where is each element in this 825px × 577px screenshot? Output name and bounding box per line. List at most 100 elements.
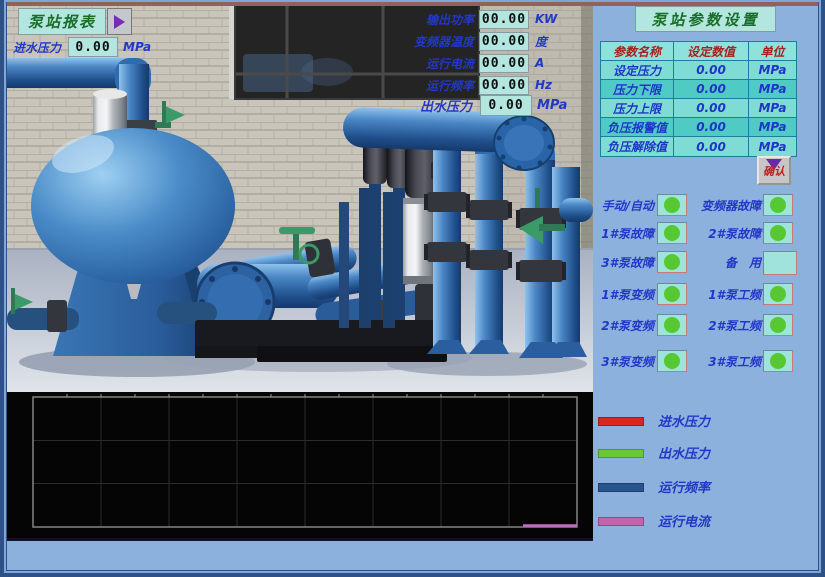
settings-row: 设定压力 0.00 MPa bbox=[601, 61, 796, 80]
status-indicator-lamp bbox=[664, 317, 680, 333]
status-indicator-lamp bbox=[770, 286, 786, 302]
readout-row: 变频器温度 00.00 度 bbox=[408, 30, 565, 52]
settings-row-name: 负压解除值 bbox=[601, 137, 674, 156]
readout-row: 运行电流 00.00 A bbox=[408, 52, 565, 74]
pump-station-hmi: 泵站报表 进水压力 0.00 MPa 输出功率 00.00 KW 变频器温度 0… bbox=[0, 0, 825, 577]
report-arrow-button[interactable] bbox=[107, 8, 132, 35]
settings-row-unit: MPa bbox=[749, 80, 796, 99]
settings-header-value: 设定数值 bbox=[674, 42, 749, 61]
settings-row-value[interactable]: 0.00 bbox=[674, 118, 749, 137]
status-indicator-box bbox=[763, 194, 793, 216]
status-label: 备 用 bbox=[689, 254, 761, 271]
legend-label: 出水压力 bbox=[658, 443, 710, 462]
readout-unit: Hz bbox=[535, 78, 565, 92]
status-label: 1#泵变频 bbox=[593, 286, 654, 303]
status-indicator-lamp bbox=[770, 225, 786, 241]
settings-table: 参数名称 设定数值 单位 设定压力 0.00 MPa 压力下限 0.00 MPa… bbox=[600, 41, 797, 157]
status-label: 1#泵故障 bbox=[593, 225, 654, 242]
status-label: 3#泵故障 bbox=[593, 254, 654, 271]
confirm-button-label: 确认 bbox=[763, 166, 785, 177]
status-indicator-lamp bbox=[770, 353, 786, 369]
legend-label: 运行电流 bbox=[658, 511, 710, 530]
settings-row: 压力下限 0.00 MPa bbox=[601, 80, 796, 99]
status-indicator-box bbox=[763, 314, 793, 336]
settings-row: 负压解除值 0.00 MPa bbox=[601, 137, 796, 156]
settings-header-unit: 单位 bbox=[749, 42, 796, 61]
settings-row-name: 压力上限 bbox=[601, 99, 674, 118]
settings-row-unit: MPa bbox=[749, 118, 796, 137]
settings-row-name: 压力下限 bbox=[601, 80, 674, 99]
settings-row-value[interactable]: 0.00 bbox=[674, 80, 749, 99]
readout-unit: 度 bbox=[535, 33, 565, 50]
legend-swatch bbox=[598, 517, 644, 526]
status-indicator-lamp bbox=[664, 286, 680, 302]
inlet-pressure-unit: MPa bbox=[123, 40, 178, 54]
settings-row-unit: MPa bbox=[749, 99, 796, 118]
status-indicator-box bbox=[657, 222, 687, 244]
status-indicator-box bbox=[657, 314, 687, 336]
legend-swatch bbox=[598, 417, 644, 426]
status-indicator-box bbox=[657, 283, 687, 305]
status-indicator-lamp bbox=[664, 353, 680, 369]
readout-label: 输出功率 bbox=[408, 11, 474, 28]
status-indicator-box bbox=[657, 194, 687, 216]
status-label: 3#泵工频 bbox=[689, 353, 761, 370]
spare-indicator-box bbox=[763, 251, 797, 275]
inlet-pressure-group: 进水压力 0.00 MPa bbox=[13, 37, 178, 57]
outlet-pressure-unit: MPa bbox=[537, 98, 567, 113]
readout-label: 变频器温度 bbox=[408, 33, 474, 50]
status-indicator-lamp bbox=[770, 197, 786, 213]
status-row: 3#泵故障 备 用 bbox=[593, 251, 818, 275]
settings-row-value[interactable]: 0.00 bbox=[674, 61, 749, 80]
readout-value: 00.00 bbox=[479, 54, 529, 73]
status-indicator-lamp bbox=[664, 225, 680, 241]
settings-row: 负压报警值 0.00 MPa bbox=[601, 118, 796, 137]
readouts-group: 输出功率 00.00 KW 变频器温度 00.00 度 运行电流 00.00 A… bbox=[408, 8, 565, 96]
outlet-pressure-value: 0.00 bbox=[480, 95, 532, 116]
readout-label: 运行频率 bbox=[408, 77, 474, 94]
settings-row-unit: MPa bbox=[749, 61, 796, 80]
readout-value: 00.00 bbox=[479, 32, 529, 51]
legend-swatch bbox=[598, 483, 644, 492]
settings-row-name: 负压报警值 bbox=[601, 118, 674, 137]
status-row: 1#泵故障 2#泵故障 bbox=[593, 222, 818, 246]
status-label: 变频器故障 bbox=[689, 197, 761, 214]
settings-row-name: 设定压力 bbox=[601, 61, 674, 80]
inlet-pressure-value: 0.00 bbox=[68, 37, 118, 57]
status-indicator-box bbox=[657, 251, 687, 273]
readout-value: 00.00 bbox=[479, 76, 529, 95]
status-label: 2#泵变频 bbox=[593, 317, 654, 334]
readout-unit: A bbox=[535, 56, 565, 70]
status-label: 2#泵工频 bbox=[689, 317, 761, 334]
status-label: 1#泵工频 bbox=[689, 286, 761, 303]
status-label: 3#泵变频 bbox=[593, 353, 654, 370]
status-indicator-lamp bbox=[770, 317, 786, 333]
status-row: 3#泵变频 3#泵工频 bbox=[593, 350, 818, 374]
trend-chart bbox=[7, 392, 593, 541]
readout-row: 输出功率 00.00 KW bbox=[408, 8, 565, 30]
status-label: 手动/自动 bbox=[593, 197, 654, 214]
settings-panel-title: 泵站参数设置 bbox=[635, 6, 776, 32]
status-indicator-box bbox=[763, 222, 793, 244]
report-button[interactable]: 泵站报表 bbox=[18, 8, 106, 35]
readout-label: 运行电流 bbox=[408, 55, 474, 72]
readout-value: 00.00 bbox=[479, 10, 529, 29]
settings-row-value[interactable]: 0.00 bbox=[674, 137, 749, 156]
settings-row-value[interactable]: 0.00 bbox=[674, 99, 749, 118]
status-indicator-lamp bbox=[664, 197, 680, 213]
status-indicator-box bbox=[763, 283, 793, 305]
status-row: 2#泵变频 2#泵工频 bbox=[593, 314, 818, 338]
play-icon bbox=[114, 15, 125, 29]
settings-table-header: 参数名称 设定数值 单位 bbox=[601, 42, 796, 61]
legend-label: 运行频率 bbox=[658, 477, 710, 496]
trend-chart-graphic bbox=[7, 392, 593, 541]
readout-row: 运行频率 00.00 Hz bbox=[408, 74, 565, 96]
settings-row-unit: MPa bbox=[749, 137, 796, 156]
settings-header-name: 参数名称 bbox=[601, 42, 674, 61]
status-row: 1#泵变频 1#泵工频 bbox=[593, 283, 818, 307]
status-indicator-box bbox=[657, 350, 687, 372]
status-row: 手动/自动 变频器故障 bbox=[593, 194, 818, 218]
status-indicator-box bbox=[763, 350, 793, 372]
inlet-pressure-label: 进水压力 bbox=[13, 39, 68, 56]
confirm-button[interactable]: 确认 bbox=[757, 156, 791, 185]
